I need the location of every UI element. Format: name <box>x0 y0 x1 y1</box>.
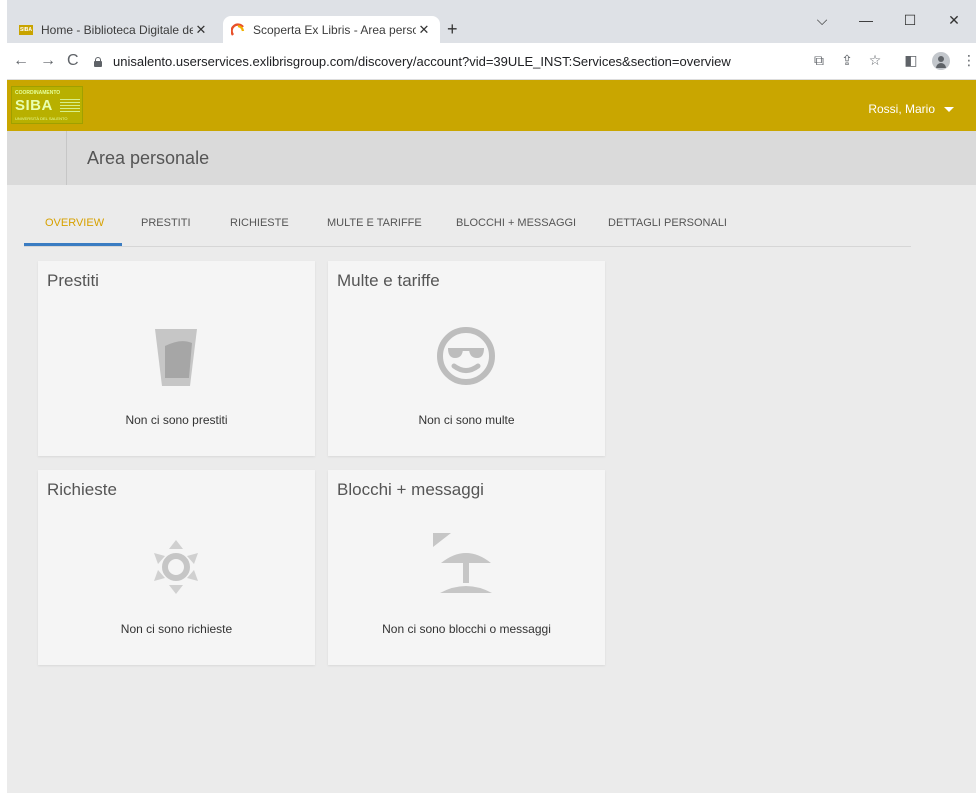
app-header: COORDINAMENTO SIBA UNIVERSITÀ DEL SALENT… <box>7 80 976 131</box>
tab-richieste[interactable]: RICHIESTE <box>230 217 289 229</box>
card-blocchi-messaggi[interactable]: Blocchi + messaggi Non ci sono blocchi o… <box>328 470 605 665</box>
card-message: Non ci sono multe <box>418 413 515 427</box>
siba-logo[interactable]: COORDINAMENTO SIBA UNIVERSITÀ DEL SALENT… <box>11 86 83 124</box>
card-title: Richieste <box>47 480 117 499</box>
browser-toolbar: ← → C unisalento.userservices.exlibrisgr… <box>7 43 976 80</box>
beach-umbrella-icon <box>433 533 492 593</box>
browser-tab-home[interactable]: SIBA Home - Biblioteca Digitale dell'U ✕ <box>11 16 217 43</box>
translate-icon[interactable]: ⧉ <box>809 52 829 69</box>
page-title-bar: Area personale <box>7 131 976 185</box>
tab-multe-tariffe[interactable]: MULTE E TARIFFE <box>327 217 422 229</box>
card-title: Blocchi + messaggi <box>337 480 484 499</box>
active-tab-indicator <box>24 243 122 246</box>
lock-icon <box>93 56 103 67</box>
url-text: unisalento.userservices.exlibrisgroup.co… <box>113 54 731 69</box>
tab-dettagli-personali[interactable]: DETTAGLI PERSONALI <box>608 217 727 229</box>
card-message: Non ci sono prestiti <box>125 413 228 427</box>
tab-overview[interactable]: OVERVIEW <box>45 217 104 229</box>
card-multe-tariffe[interactable]: Multe e tariffe Non ci sono multe <box>328 261 605 456</box>
card-message: Non ci sono blocchi o messaggi <box>382 622 551 636</box>
browser-menu-icon[interactable]: ⋮ <box>959 52 976 69</box>
user-menu[interactable]: Rossi, Mario <box>868 102 954 116</box>
close-tab-icon[interactable]: ✕ <box>193 22 209 38</box>
tab-prestiti[interactable]: PRESTITI <box>141 217 191 229</box>
siba-favicon-icon: SIBA <box>19 24 33 35</box>
exlibris-favicon-icon <box>231 22 245 37</box>
user-name: Rossi, Mario <box>868 102 935 116</box>
sun-icon <box>154 540 198 594</box>
bookmark-star-icon[interactable]: ☆ <box>865 52 885 69</box>
address-bar[interactable]: unisalento.userservices.exlibrisgroup.co… <box>93 49 813 74</box>
new-tab-button[interactable]: + <box>447 19 458 40</box>
page-title: Area personale <box>87 148 210 168</box>
tab-blocchi-messaggi[interactable]: BLOCCHI + MESSAGGI <box>456 217 576 229</box>
browser-window: SIBA Home - Biblioteca Digitale dell'U ✕… <box>7 0 976 793</box>
chevron-down-icon <box>944 106 954 112</box>
browser-tab-exlibris[interactable]: Scoperta Ex Libris - Area persona ✕ <box>223 16 440 43</box>
card-richieste[interactable]: Richieste Non ci sono richieste <box>38 470 315 665</box>
close-tab-icon[interactable]: ✕ <box>416 22 432 38</box>
tab-search-icon[interactable]: ⌵ <box>807 12 837 29</box>
card-prestiti[interactable]: Prestiti Non ci sono prestiti <box>38 261 315 456</box>
forward-icon[interactable]: → <box>40 52 56 70</box>
profile-avatar-icon[interactable] <box>932 52 950 70</box>
browser-tab-title: Scoperta Ex Libris - Area persona <box>253 22 416 37</box>
minimize-icon[interactable]: — <box>851 12 881 28</box>
close-window-icon[interactable]: ✕ <box>939 12 969 29</box>
sunglasses-smiley-icon <box>437 327 495 385</box>
reload-icon[interactable]: C <box>67 52 79 70</box>
share-icon[interactable]: ⇪ <box>837 52 857 69</box>
side-panel-icon[interactable]: ◧ <box>901 52 921 69</box>
card-title: Multe e tariffe <box>337 271 440 290</box>
account-tabs: OVERVIEW PRESTITI RICHIESTE MULTE E TARI… <box>24 204 911 247</box>
tab-strip: SIBA Home - Biblioteca Digitale dell'U ✕… <box>7 0 976 43</box>
glass-icon <box>155 329 197 386</box>
card-title: Prestiti <box>47 271 99 290</box>
browser-tab-title: Home - Biblioteca Digitale dell'U <box>41 22 193 37</box>
back-icon[interactable]: ← <box>13 52 29 70</box>
maximize-icon[interactable]: ☐ <box>895 12 925 29</box>
card-message: Non ci sono richieste <box>120 622 233 636</box>
